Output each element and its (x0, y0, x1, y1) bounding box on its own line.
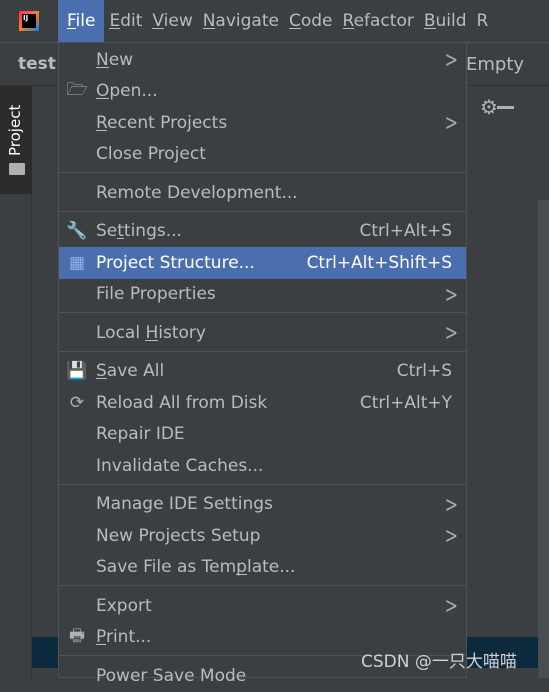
menu-item-project-structure[interactable]: ▦ Project Structure... Ctrl+Alt+Shift+S (59, 247, 466, 279)
menu-item-label: Invalidate Caches... (96, 455, 264, 476)
menu-item-label: Print... (96, 627, 152, 648)
chevron-right-icon: > (444, 490, 458, 518)
menu-bar: IJ File Edit View Navigate Code Refactor Build… (0, 0, 549, 43)
chevron-right-icon: > (444, 522, 458, 550)
menu-item-close-project[interactable]: Close Project (59, 139, 466, 171)
menu-item-label: Save File as Template... (96, 557, 296, 578)
menu-file[interactable]: File (58, 0, 105, 42)
menu-item-label: Save All (96, 361, 165, 382)
menu-item-label: Recent Projects (96, 112, 228, 133)
reload-icon: ⟳ (69, 392, 85, 413)
menu-refactor[interactable]: Refactor (338, 0, 419, 42)
menu-item-label: New Projects Setup (96, 525, 261, 546)
watermark: CSDN @一只大喵喵 (361, 652, 517, 672)
menu-item-reload-all-from-disk[interactable]: ⟳ Reload All from Disk Ctrl+Alt+Y (59, 387, 466, 419)
folder-open-icon: 🗁 (66, 79, 88, 100)
project-tab-label: Project (6, 104, 24, 156)
intellij-logo[interactable]: IJ (0, 0, 58, 42)
menu-build[interactable]: Build (419, 0, 472, 42)
project-tool-tab[interactable]: Project (0, 86, 32, 194)
menu-item-local-history[interactable]: Local History > (59, 317, 466, 349)
menu-navigate[interactable]: Navigate (198, 0, 284, 42)
menu-item-label: Repair IDE (96, 424, 185, 445)
menu-item-label: Close Project (96, 144, 206, 165)
save-icon: 💾 (66, 361, 88, 382)
run-config-label[interactable]: Empty (466, 54, 524, 75)
menu-code[interactable]: Code (284, 0, 338, 42)
scrollbar[interactable] (538, 200, 549, 678)
menu-item-settings[interactable]: 🔧 Settings... Ctrl+Alt+S (59, 216, 466, 248)
shortcut-label: Ctrl+S (396, 361, 452, 382)
menu-view[interactable]: View (147, 0, 197, 42)
chevron-right-icon: > (444, 592, 458, 620)
menu-item-remote-development[interactable]: Remote Development... (59, 177, 466, 209)
menu-item-open[interactable]: 🗁 Open... (59, 76, 466, 108)
menu-item-label: Export (96, 595, 152, 616)
menu-edit[interactable]: Edit (104, 0, 147, 42)
menu-item-save-all[interactable]: 💾 Save All Ctrl+S (59, 356, 466, 388)
chevron-right-icon: > (444, 46, 458, 74)
chevron-right-icon: > (444, 319, 458, 347)
minimize-icon[interactable] (497, 106, 514, 109)
folder-icon (9, 163, 25, 175)
menu-item-recent-projects[interactable]: Recent Projects > (59, 107, 466, 139)
left-tool-strip: Project (0, 86, 32, 678)
chevron-right-icon: > (444, 109, 458, 137)
menu-item-invalidate-caches[interactable]: Invalidate Caches... (59, 450, 466, 482)
project-structure-icon: ▦ (68, 252, 86, 273)
menu-item-file-properties[interactable]: File Properties > (59, 279, 466, 311)
shortcut-label: Ctrl+Alt+Y (359, 392, 452, 413)
gear-icon[interactable]: ⚙ (480, 95, 498, 119)
menu-item-label: Manage IDE Settings (96, 494, 273, 515)
menu-item-new[interactable]: New > (59, 44, 466, 76)
menu-item-label: New (96, 49, 134, 70)
menu-r[interactable]: R (472, 0, 494, 42)
menu-item-repair-ide[interactable]: Repair IDE (59, 419, 466, 451)
menu-item-manage-ide-settings[interactable]: Manage IDE Settings > (59, 489, 466, 521)
shortcut-label: Ctrl+Alt+S (359, 221, 452, 242)
menu-item-label: Reload All from Disk (96, 392, 268, 413)
menu-item-export[interactable]: Export > (59, 590, 466, 622)
menu-item-new-projects-setup[interactable]: New Projects Setup > (59, 520, 466, 552)
file-menu: New > 🗁 Open... Recent Projects > Close Projec… (58, 43, 467, 686)
menu-item-label: Project Structure... (96, 252, 255, 273)
menu-item-label: Settings... (96, 221, 182, 242)
chevron-right-icon: > (444, 280, 458, 308)
print-icon: 🖶 (68, 625, 86, 646)
wrench-icon: 🔧 (66, 221, 88, 242)
menu-item-label: Power Save Mode (96, 665, 247, 686)
menu-item-save-file-as-template[interactable]: Save File as Template... (59, 552, 466, 584)
menu-item-label: Open... (96, 81, 158, 102)
menu-item-label: Local History (96, 322, 206, 343)
menu-item-label: File Properties (96, 284, 216, 305)
project-name[interactable]: test (18, 54, 56, 74)
menu-item-label: Remote Development... (96, 182, 298, 203)
shortcut-label: Ctrl+Alt+Shift+S (306, 252, 452, 273)
